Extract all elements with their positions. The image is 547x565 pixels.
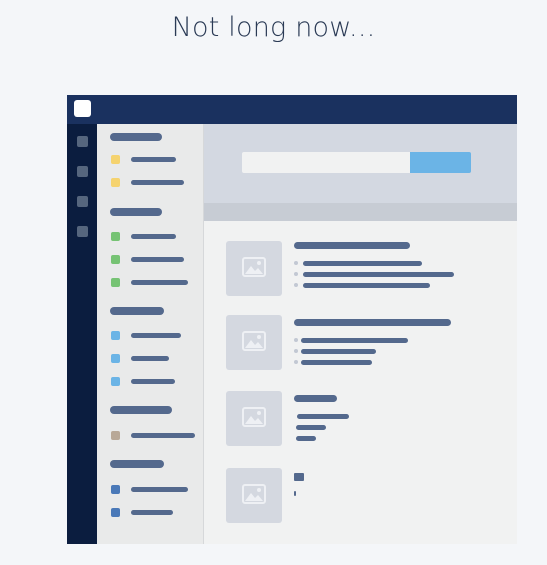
card-detail-line bbox=[296, 436, 316, 441]
image-placeholder bbox=[226, 468, 282, 523]
image-placeholder bbox=[226, 241, 282, 296]
sidebar-item-icon bbox=[111, 278, 120, 287]
app-skeleton-preview bbox=[67, 95, 517, 544]
loading-headline: Not long now... bbox=[171, 12, 376, 43]
sidebar-item-icon bbox=[111, 155, 120, 164]
image-placeholder-icon bbox=[242, 257, 266, 277]
sidebar-item-icon bbox=[111, 431, 120, 440]
card-detail-line bbox=[303, 272, 454, 277]
sidebar-item-label bbox=[131, 433, 195, 438]
card-detail-line bbox=[297, 414, 349, 419]
sidebar-item-icon bbox=[111, 377, 120, 386]
card-detail-line bbox=[303, 261, 422, 266]
card-detail-line bbox=[294, 491, 296, 496]
sidebar-item-label bbox=[131, 234, 176, 239]
image-placeholder bbox=[226, 315, 282, 370]
sidebar-item-label bbox=[131, 257, 184, 262]
sidebar-section-header bbox=[110, 406, 172, 414]
hero-banner bbox=[204, 124, 517, 203]
card-detail-line bbox=[301, 338, 408, 343]
bullet-dot bbox=[294, 283, 298, 287]
nav-rail-icon bbox=[77, 196, 88, 207]
card-detail-line bbox=[301, 349, 376, 354]
bullet-dot bbox=[294, 338, 298, 342]
sidebar-item-label bbox=[131, 157, 176, 162]
sidebar-item-icon bbox=[111, 178, 120, 187]
card-detail-line bbox=[301, 360, 372, 365]
card-detail-line bbox=[303, 283, 430, 288]
sidebar bbox=[97, 124, 204, 544]
sidebar-item-label bbox=[131, 356, 169, 361]
sidebar-section-header bbox=[110, 460, 164, 468]
image-placeholder-icon bbox=[242, 407, 266, 427]
sidebar-item-label bbox=[131, 379, 175, 384]
bullet-dot bbox=[294, 261, 298, 265]
nav-rail-icon bbox=[77, 136, 88, 147]
card-detail-line bbox=[296, 425, 326, 430]
sidebar-item-label bbox=[131, 280, 188, 285]
nav-rail-icon bbox=[77, 226, 88, 237]
sidebar-item-label bbox=[131, 180, 184, 185]
sidebar-item-label bbox=[131, 333, 181, 338]
sub-bar bbox=[204, 203, 517, 221]
sidebar-item-label bbox=[131, 510, 173, 515]
sidebar-item-icon bbox=[111, 485, 120, 494]
search-input[interactable] bbox=[242, 152, 410, 173]
nav-rail bbox=[67, 124, 97, 544]
sidebar-item-label bbox=[131, 487, 188, 492]
bullet-dot bbox=[294, 272, 298, 276]
card-title bbox=[294, 473, 304, 481]
sidebar-section-header bbox=[110, 208, 162, 216]
sidebar-item-icon bbox=[111, 255, 120, 264]
image-placeholder-icon bbox=[242, 484, 266, 504]
search-button[interactable] bbox=[410, 152, 471, 173]
bullet-dot bbox=[294, 349, 298, 353]
card-title bbox=[294, 319, 451, 326]
sidebar-item-icon bbox=[111, 354, 120, 363]
sidebar-item-icon bbox=[111, 232, 120, 241]
card-title bbox=[294, 395, 337, 402]
image-placeholder bbox=[226, 391, 282, 446]
sidebar-section-header bbox=[110, 133, 162, 141]
nav-rail-icon bbox=[77, 166, 88, 177]
sidebar-section-header bbox=[110, 307, 164, 315]
top-bar bbox=[67, 95, 517, 124]
bullet-dot bbox=[294, 360, 298, 364]
image-placeholder-icon bbox=[242, 331, 266, 351]
sidebar-item-icon bbox=[111, 508, 120, 517]
app-logo-icon bbox=[74, 100, 91, 117]
sidebar-item-icon bbox=[111, 331, 120, 340]
card-title bbox=[294, 242, 410, 249]
